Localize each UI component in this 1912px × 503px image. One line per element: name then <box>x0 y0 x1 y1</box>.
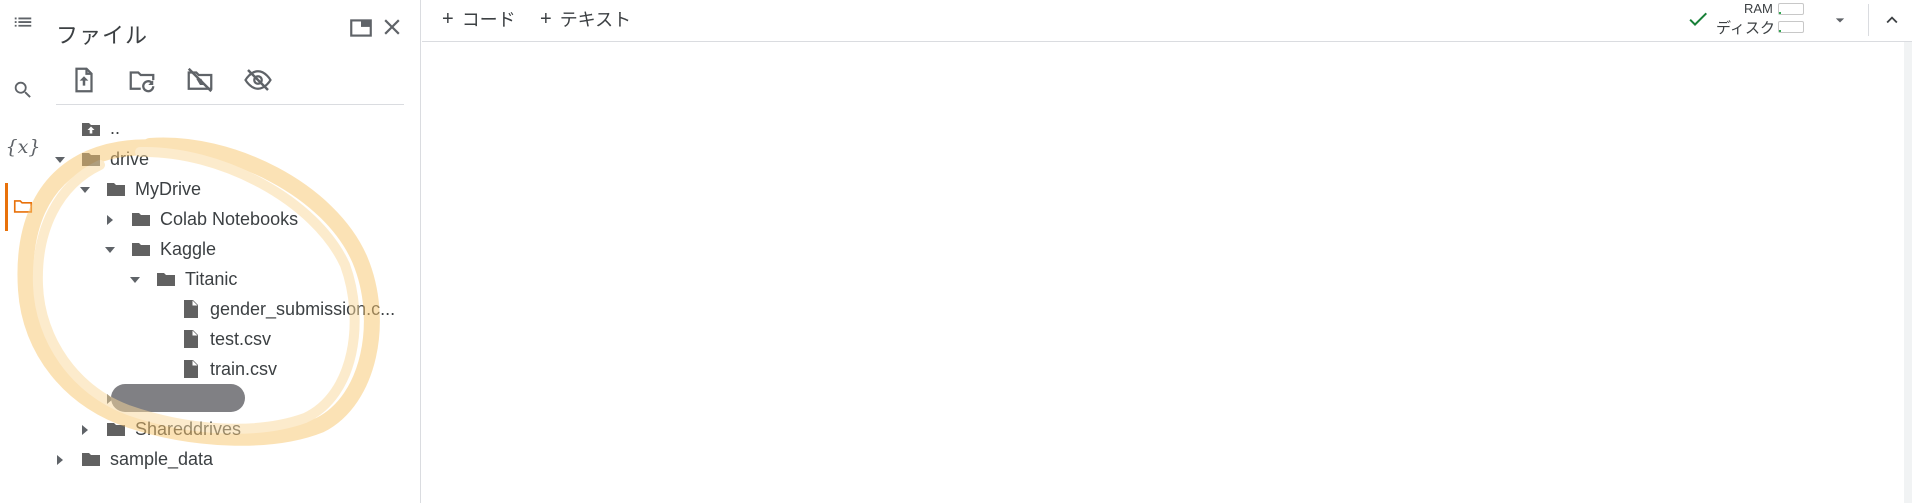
tree-label: drive <box>110 149 150 169</box>
left-icon-rail: {x} <box>0 0 46 503</box>
close-icon[interactable] <box>377 12 407 42</box>
hidden-files-icon[interactable] <box>240 62 276 98</box>
folder-icon <box>129 207 153 231</box>
ram-label: RAM <box>1744 1 1773 16</box>
chevron-down-icon[interactable] <box>53 153 67 167</box>
ram-meter-fill <box>1779 12 1782 14</box>
tree-label: train.csv <box>210 359 278 379</box>
tree-label: test.csv <box>210 329 272 349</box>
chevron-up-icon[interactable] <box>1878 6 1906 34</box>
redaction-block <box>111 384 245 412</box>
add-text-label: テキスト <box>559 10 632 30</box>
refresh-folder-icon[interactable] <box>124 62 160 98</box>
notebook-main: + コード + テキスト RAM ディスク <box>422 0 1912 503</box>
folder-icon <box>104 417 128 441</box>
chevron-down-icon[interactable] <box>103 243 117 257</box>
chevron-right-icon[interactable] <box>53 453 67 467</box>
panel-title: ファイル <box>56 23 149 48</box>
variables-icon[interactable]: {x} <box>5 130 41 164</box>
tree-label: Titanic <box>185 269 238 289</box>
notebook-toolbar: + コード + テキスト RAM ディスク <box>422 0 1912 42</box>
folder-icon <box>154 267 178 291</box>
folder-icon <box>79 447 103 471</box>
tree-label: Kaggle <box>160 239 217 259</box>
upload-file-icon[interactable] <box>66 62 102 98</box>
file-icon <box>179 297 203 321</box>
chevron-down-icon[interactable] <box>78 183 92 197</box>
variables-glyph: {x} <box>5 136 41 158</box>
folder-icon <box>129 237 153 261</box>
chevron-down-icon[interactable] <box>1828 8 1852 32</box>
folder-icon <box>104 177 128 201</box>
toolbar-divider <box>1868 4 1869 36</box>
chevron-down-icon[interactable] <box>128 273 142 287</box>
tree-label: .. <box>110 118 121 138</box>
disk-label: ディスク <box>1716 20 1775 37</box>
parent-folder-icon <box>79 117 103 141</box>
plus-icon: + <box>540 7 552 30</box>
file-icon <box>179 357 203 381</box>
search-icon[interactable] <box>6 73 40 107</box>
tree-label: Shareddrives <box>135 419 242 439</box>
add-text-button[interactable]: + テキスト <box>540 6 631 32</box>
ram-meter <box>1778 3 1804 15</box>
tree-label: gender_submission.c... <box>210 299 396 319</box>
add-code-label: コード <box>461 10 516 30</box>
add-code-button[interactable]: + コード <box>442 6 516 32</box>
folder-icon <box>79 147 103 171</box>
table-of-contents-icon[interactable] <box>6 6 40 40</box>
open-in-tab-icon[interactable] <box>346 13 376 43</box>
chevron-right-icon[interactable] <box>78 423 92 437</box>
disk-meter <box>1778 21 1804 33</box>
mount-drive-icon[interactable] <box>182 62 218 98</box>
chevron-right-icon[interactable] <box>103 213 117 227</box>
tree-label: sample_data <box>110 449 214 469</box>
folder-icon[interactable] <box>6 189 40 223</box>
disk-meter-fill <box>1779 30 1782 32</box>
plus-icon: + <box>442 7 454 30</box>
connected-check-icon <box>1686 7 1710 31</box>
file-icon <box>179 327 203 351</box>
toolbar-divider <box>56 104 404 105</box>
tree-label: Colab Notebooks <box>160 209 299 229</box>
scrollbar[interactable] <box>1904 42 1912 503</box>
tree-label: MyDrive <box>135 179 201 199</box>
